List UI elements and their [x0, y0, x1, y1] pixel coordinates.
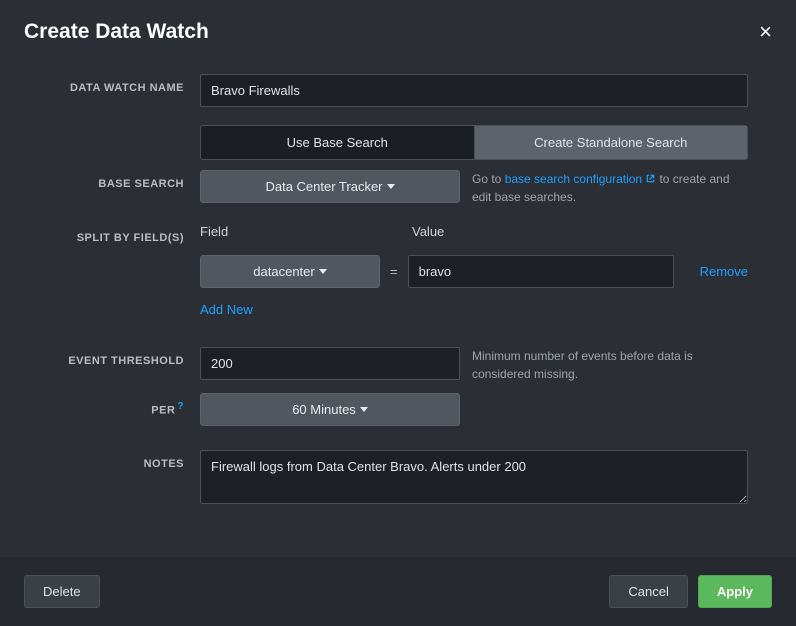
per-value: 60 Minutes	[292, 402, 356, 417]
chevron-down-icon	[360, 407, 368, 412]
modal-body: DATA WATCH NAME Use Base Search Create S…	[0, 64, 796, 557]
row-split: SPLIT BY FIELD(S) Field Value datacenter…	[0, 224, 796, 317]
split-field-value: datacenter	[253, 264, 314, 279]
close-icon[interactable]: ×	[759, 21, 772, 43]
row-base-search: BASE SEARCH Data Center Tracker Go to ba…	[0, 170, 796, 206]
split-value-input[interactable]	[408, 255, 674, 288]
notes-textarea[interactable]	[200, 450, 748, 504]
add-new-link[interactable]: Add New	[200, 302, 253, 317]
modal-footer: Delete Cancel Apply	[0, 557, 796, 626]
split-field-dropdown[interactable]: datacenter	[200, 255, 380, 288]
base-search-config-link[interactable]: base search configuration	[505, 172, 656, 186]
tab-create-standalone-search[interactable]: Create Standalone Search	[474, 125, 749, 160]
external-link-icon	[645, 173, 656, 184]
apply-button[interactable]: Apply	[698, 575, 772, 608]
delete-button[interactable]: Delete	[24, 575, 100, 608]
base-search-dropdown[interactable]: Data Center Tracker	[200, 170, 460, 203]
chevron-down-icon	[387, 184, 395, 189]
row-per: PER? 60 Minutes	[0, 393, 796, 426]
base-search-hint: Go to base search configuration to creat…	[472, 170, 748, 206]
name-label: DATA WATCH NAME	[0, 74, 200, 94]
row-threshold: EVENT THRESHOLD Minimum number of events…	[0, 347, 796, 383]
row-search-mode: Use Base Search Create Standalone Search	[0, 125, 796, 160]
per-label: PER?	[0, 393, 200, 417]
search-mode-toggle: Use Base Search Create Standalone Search	[200, 125, 748, 160]
cancel-button[interactable]: Cancel	[609, 575, 687, 608]
split-value-head: Value	[412, 224, 444, 239]
threshold-input[interactable]	[200, 347, 460, 380]
split-label: SPLIT BY FIELD(S)	[0, 224, 200, 244]
modal-title: Create Data Watch	[24, 20, 209, 44]
chevron-down-icon	[319, 269, 327, 274]
row-notes: NOTES	[0, 450, 796, 507]
remove-link[interactable]: Remove	[700, 264, 748, 279]
name-input[interactable]	[200, 74, 748, 107]
split-field-head: Field	[200, 224, 380, 239]
tab-use-base-search[interactable]: Use Base Search	[200, 125, 474, 160]
threshold-label: EVENT THRESHOLD	[0, 347, 200, 367]
equals-sign: =	[388, 264, 400, 279]
threshold-hint: Minimum number of events before data is …	[472, 347, 748, 383]
help-icon[interactable]: ?	[177, 401, 184, 412]
split-row: datacenter = Remove	[200, 255, 748, 288]
notes-label: NOTES	[0, 450, 200, 470]
row-name: DATA WATCH NAME	[0, 74, 796, 107]
modal-header: Create Data Watch ×	[0, 0, 796, 64]
per-dropdown[interactable]: 60 Minutes	[200, 393, 460, 426]
base-search-value: Data Center Tracker	[265, 179, 382, 194]
base-search-label: BASE SEARCH	[0, 170, 200, 190]
